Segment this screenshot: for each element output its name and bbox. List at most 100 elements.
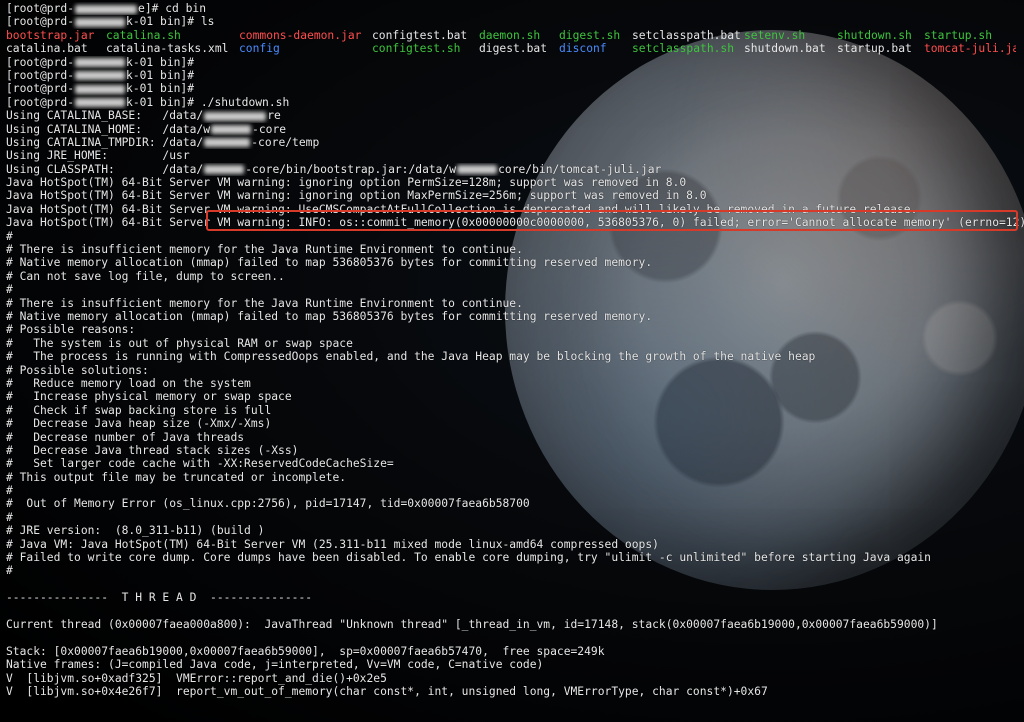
prompt-line-empty: [root@prd-k-01 bin]# (6, 82, 1024, 95)
ls-file-entry: startup.bat (837, 42, 912, 56)
env-label: Using CATALINA_BASE: /data/ (6, 109, 204, 123)
terminal-output-line: # Decrease Java thread stack sizes (-Xss… (6, 443, 299, 457)
terminal-window[interactable]: [root@prd-e]# cd bin [root@prd-k-01 bin]… (0, 0, 1024, 722)
terminal-output-line: # Native memory allocation (mmap) failed… (6, 256, 653, 270)
terminal-output-line: # There is insufficient memory for the J… (6, 243, 523, 257)
redacted-path (211, 125, 252, 135)
ls-file-entry: shutdown.bat (744, 42, 826, 56)
terminal-output-line: # Increase physical memory or swap space (6, 390, 292, 404)
prompt-text: [root@prd- (6, 2, 75, 15)
env-jre-home: Using JRE_HOME: /usr (6, 149, 1024, 162)
terminal-output-line: Java HotSpot(TM) 64-Bit Server VM warnin… (6, 176, 687, 190)
terminal-output-line: # Check if swap backing store is full (6, 403, 272, 417)
ls-file-entry: configtest.bat (372, 28, 468, 42)
terminal-output-line: # Possible solutions: (6, 363, 149, 377)
ls-file-entry: configtest.sh (372, 42, 461, 56)
redacted-hostname (75, 58, 126, 68)
prompt-text: k-01 bin]# (126, 15, 201, 29)
terminal-output-line: # Set larger code cache with -XX:Reserve… (6, 457, 394, 471)
prompt-command: e]# cd bin (138, 2, 207, 15)
ls-file-entry: disconf (559, 42, 607, 56)
terminal-output-line: # Failed to write core dump. Core dumps … (6, 551, 931, 565)
prompt-text: k-01 bin]# (126, 82, 201, 96)
redacted-path (204, 165, 245, 175)
terminal-output-line: # (6, 564, 13, 578)
terminal-output-line: Current thread (0x00007faea000a800): Jav… (6, 617, 938, 631)
terminal-output-line: # Java VM: Java HotSpot(TM) 64-Bit Serve… (6, 537, 659, 551)
redacted-path (204, 138, 251, 148)
terminal-output-line: Native frames: (J=compiled Java code, j=… (6, 658, 544, 672)
ls-file-entry: tomcat-juli.ja (924, 42, 1016, 56)
env-value: -core (252, 122, 287, 136)
terminal-output-line: # Can not save log file, dump to screen.… (6, 269, 285, 283)
prompt-text: k-01 bin]# (126, 95, 201, 109)
terminal-output-line: # Decrease Java heap size (-Xmx/-Xms) (6, 417, 272, 431)
ls-file-entry: config (239, 42, 280, 56)
terminal-output-line: Java HotSpot(TM) 64-Bit Server VM warnin… (6, 189, 707, 203)
env-value: -core/temp (251, 135, 320, 149)
redacted-hostname (75, 71, 126, 81)
ls-file-entry: commons-daemon.jar (239, 28, 362, 42)
env-value: re (267, 109, 281, 123)
terminal-output-line: # JRE version: (8.0_311-b11) (build ) (6, 524, 265, 538)
redacted-hostname (75, 84, 126, 94)
terminal-output-line: # The process is running with Compressed… (6, 350, 816, 364)
prompt-text: [root@prd- (6, 82, 75, 96)
env-catalina-tmpdir: Using CATALINA_TMPDIR: /data/ -core/temp (6, 136, 1024, 149)
ls-file-entry: daemon.sh (479, 28, 541, 42)
redacted-path (204, 111, 267, 121)
prompt-text: k-01 bin]# (126, 68, 201, 82)
ls-output-row-2: catalina.bat catalina-tasks.xml config conf… (6, 42, 1024, 55)
ls-file-entry: startup.sh (924, 28, 993, 42)
terminal-output-line: # Reduce memory load on the system (6, 376, 251, 390)
terminal-output-line: # (6, 229, 13, 243)
terminal-output-line: V [libjvm.so+0xadf325] VMError::report_a… (6, 671, 387, 685)
prompt-command: ./shutdown.sh (200, 95, 290, 109)
ls-output-row-1: bootstrap.jar catalina.sh commons-daemon.j… (6, 29, 1024, 42)
terminal-output-line: # Decrease number of Java threads (6, 430, 245, 444)
terminal-output-line: # The system is out of physical RAM or s… (6, 336, 353, 350)
prompt-line-cd: [root@prd-e]# cd bin (6, 2, 1024, 15)
prompt-text: [root@prd- (6, 15, 75, 29)
prompt-line-empty: [root@prd-k-01 bin]# (6, 69, 1024, 82)
ls-file-entry: setclasspath.sh (632, 42, 735, 56)
env-catalina-base: Using CATALINA_BASE: /data/re (6, 109, 1024, 122)
ls-file-entry: digest.sh (559, 28, 621, 42)
terminal-output-line: Stack: [0x00007faea6b19000,0x00007faea6b… (6, 644, 605, 658)
redacted-hostname (75, 17, 126, 27)
terminal-output-line: # (6, 510, 13, 524)
ls-file-entry: shutdown.sh (837, 28, 912, 42)
prompt-line-ls: [root@prd-k-01 bin]# ls (6, 15, 1024, 28)
env-value: -core/bin/bootstrap.jar:/data/w (245, 162, 457, 176)
env-label: Using CLASSPATH: /data/ (6, 162, 204, 176)
ls-file-entry: digest.bat (479, 42, 548, 56)
prompt-text: [root@prd- (6, 55, 75, 69)
env-label: Using JRE_HOME: /usr (6, 149, 190, 163)
redacted-hostname (75, 98, 126, 108)
terminal-output-line: --------------- T H R E A D ------------… (6, 591, 313, 605)
terminal-output-line: # This output file may be truncated or i… (6, 470, 347, 484)
prompt-line-empty: [root@prd-k-01 bin]# (6, 56, 1024, 69)
ls-file-entry: setenv.sh (744, 28, 806, 42)
env-catalina-home: Using CATALINA_HOME: /data/w -core (6, 123, 1024, 136)
env-classpath: Using CLASSPATH: /data/ -core/bin/bootstr… (6, 163, 1024, 176)
terminal-output-line: # Possible reasons: (6, 323, 136, 337)
ls-file-entry: catalina.sh (106, 28, 181, 42)
prompt-command: ls (200, 15, 215, 29)
terminal-output-line: # (6, 283, 13, 297)
prompt-text: [root@prd- (6, 95, 75, 109)
env-value: core/bin/tomcat-juli.jar (498, 162, 662, 176)
env-label: Using CATALINA_TMPDIR: /data/ (6, 135, 204, 149)
terminal-output[interactable]: [root@prd-e]# cd bin [root@prd-k-01 bin]… (0, 0, 1024, 722)
error-highlight-box (206, 210, 1018, 231)
env-label: Using CATALINA_HOME: /data/w (6, 122, 211, 136)
jvm-output: Java HotSpot(TM) 64-Bit Server VM warnin… (6, 176, 1024, 698)
prompt-text: k-01 bin]# (126, 55, 201, 69)
ls-file-entry: catalina-tasks.xml (106, 42, 229, 56)
prompt-line-shutdown: [root@prd-k-01 bin]# ./shutdown.sh (6, 96, 1024, 109)
terminal-output-line: # Native memory allocation (mmap) failed… (6, 309, 653, 323)
redacted-path (457, 165, 498, 175)
